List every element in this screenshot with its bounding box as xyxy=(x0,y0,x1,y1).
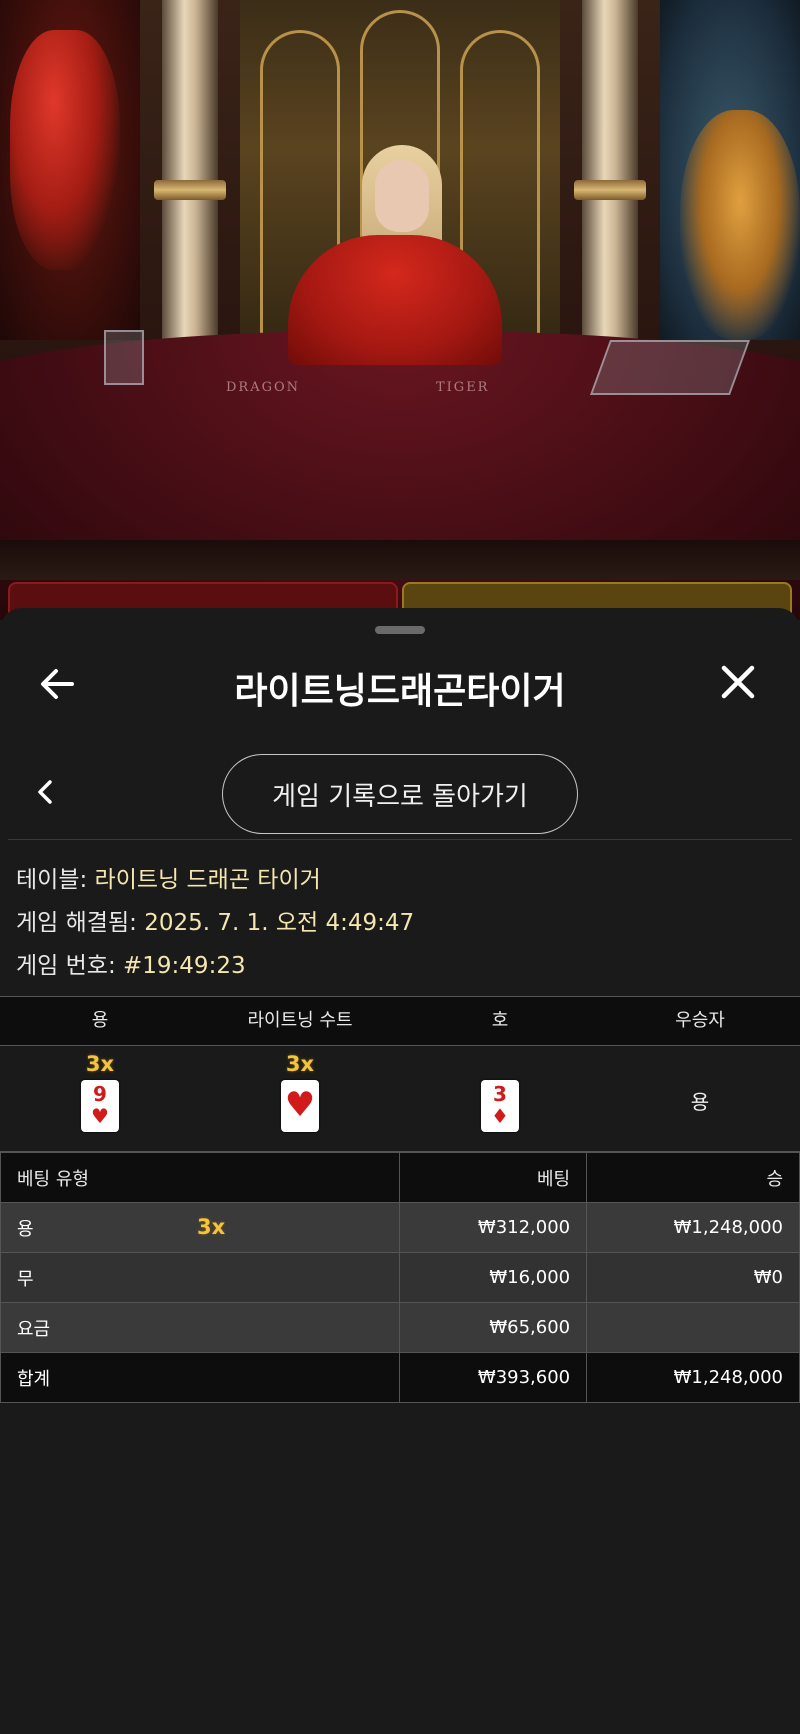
header-tiger: 호 xyxy=(491,1010,509,1031)
info-game-number-value: #19:49:23 xyxy=(123,953,246,979)
pillar-right xyxy=(574,0,646,360)
bet-amount: ₩312,000 xyxy=(399,1202,588,1253)
header-bet: 베팅 xyxy=(399,1152,588,1203)
bet-multiplier: 3x xyxy=(197,1215,226,1239)
heart-suit-icon: ♥ xyxy=(91,1104,109,1128)
close-icon[interactable] xyxy=(716,660,760,704)
table-label-dragon: DRAGON xyxy=(226,380,301,395)
bet-table-header: 베팅 유형 베팅 승 xyxy=(0,1152,800,1203)
tiger-card-rank: 3 xyxy=(493,1082,507,1106)
chevron-left-icon[interactable] xyxy=(30,776,62,808)
bet-type-label: 무 xyxy=(0,1252,401,1303)
table-row: 용 3x ₩312,000 ₩1,248,000 xyxy=(0,1202,800,1253)
header-bet-type: 베팅 유형 xyxy=(0,1152,401,1203)
divider xyxy=(8,839,792,840)
header-dragon: 용 xyxy=(91,1010,109,1031)
dragon-card: 9 ♥ xyxy=(81,1080,119,1132)
bet-amount: ₩16,000 xyxy=(399,1252,588,1303)
info-game-number: 게임 번호: #19:49:23 xyxy=(16,946,246,980)
tiger-artwork xyxy=(660,0,800,340)
total-label: 합계 xyxy=(0,1352,401,1403)
info-table-label: 테이블: xyxy=(16,867,88,893)
back-to-history-button[interactable]: 게임 기록으로 돌아가기 xyxy=(222,754,578,834)
card-shoe-left xyxy=(104,330,144,385)
win-amount: ₩1,248,000 xyxy=(586,1202,800,1253)
card-result-table: 용 라이트닝 수트 호 우승자 3x 9 ♥ 3x ♥ 3 ♦ 용 xyxy=(0,996,800,1152)
winner-cell: 용 xyxy=(600,1046,800,1151)
lightning-suit-multiplier: 3x xyxy=(285,1052,315,1076)
tiger-card: 3 ♦ xyxy=(481,1080,519,1132)
sheet-drag-handle[interactable] xyxy=(375,626,425,634)
video-scene: DRAGON TIGER xyxy=(0,0,800,620)
back-arrow-icon[interactable] xyxy=(36,662,80,706)
dragon-artwork xyxy=(0,0,140,340)
table-row: 요금 ₩65,600 xyxy=(0,1302,800,1353)
table-label-tiger: TIGER xyxy=(436,380,490,395)
dragon-card-cell: 3x 9 ♥ xyxy=(0,1046,200,1151)
card-table-header: 용 라이트닝 수트 호 우승자 xyxy=(0,996,800,1046)
bet-result-table: 베팅 유형 베팅 승 용 3x ₩312,000 ₩1,248,000 무 ₩1… xyxy=(0,1152,800,1403)
win-amount: ₩0 xyxy=(586,1252,800,1303)
total-bet: ₩393,600 xyxy=(399,1352,588,1403)
bet-amount: ₩65,600 xyxy=(399,1302,588,1353)
diamond-suit-icon: ♦ xyxy=(491,1104,509,1128)
header-lightning-suit: 라이트닝 수트 xyxy=(247,1010,353,1031)
game-detail-sheet: 라이트닝드래곤타이거 게임 기록으로 돌아가기 테이블: 라이트닝 드래곤 타이… xyxy=(0,608,800,1734)
info-table: 테이블: 라이트닝 드래곤 타이거 xyxy=(16,860,321,894)
bet-type-label: 용 xyxy=(17,1218,34,1240)
heart-suit-icon: ♥ xyxy=(284,1085,316,1125)
card-table-row: 3x 9 ♥ 3x ♥ 3 ♦ 용 xyxy=(0,1046,800,1152)
table-edge xyxy=(0,540,800,580)
sheet-header: 라이트닝드래곤타이거 xyxy=(0,638,800,728)
total-win: ₩1,248,000 xyxy=(586,1352,800,1403)
bet-type-cell: 용 3x xyxy=(0,1202,401,1253)
header-win: 승 xyxy=(586,1152,800,1203)
info-resolved: 게임 해결됨: 2025. 7. 1. 오전 4:49:47 xyxy=(16,903,414,937)
card-shoe-right xyxy=(589,340,751,395)
win-amount xyxy=(586,1302,800,1353)
dealer-face xyxy=(375,160,429,232)
dragon-multiplier: 3x xyxy=(85,1052,115,1076)
info-game-number-label: 게임 번호: xyxy=(16,953,116,979)
pillar-left xyxy=(154,0,226,360)
page-title: 라이트닝드래곤타이거 xyxy=(234,671,566,712)
info-resolved-label: 게임 해결됨: xyxy=(16,910,137,936)
dragon-card-rank: 9 xyxy=(93,1082,107,1106)
bet-type-label: 요금 xyxy=(0,1302,401,1353)
header-winner: 우승자 xyxy=(675,1010,725,1031)
info-table-value: 라이트닝 드래곤 타이거 xyxy=(94,867,321,893)
lightning-suit-cell: 3x ♥ xyxy=(200,1046,400,1151)
total-row: 합계 ₩393,600 ₩1,248,000 xyxy=(0,1352,800,1403)
info-resolved-value: 2025. 7. 1. 오전 4:49:47 xyxy=(144,910,415,936)
live-video: DRAGON TIGER xyxy=(0,0,800,620)
tiger-card-cell: 3 ♦ xyxy=(400,1046,600,1151)
history-nav: 게임 기록으로 돌아가기 xyxy=(0,748,800,838)
table-row: 무 ₩16,000 ₩0 xyxy=(0,1252,800,1303)
winner-value: 용 xyxy=(690,1090,710,1114)
lightning-suit-card: ♥ xyxy=(281,1080,319,1132)
